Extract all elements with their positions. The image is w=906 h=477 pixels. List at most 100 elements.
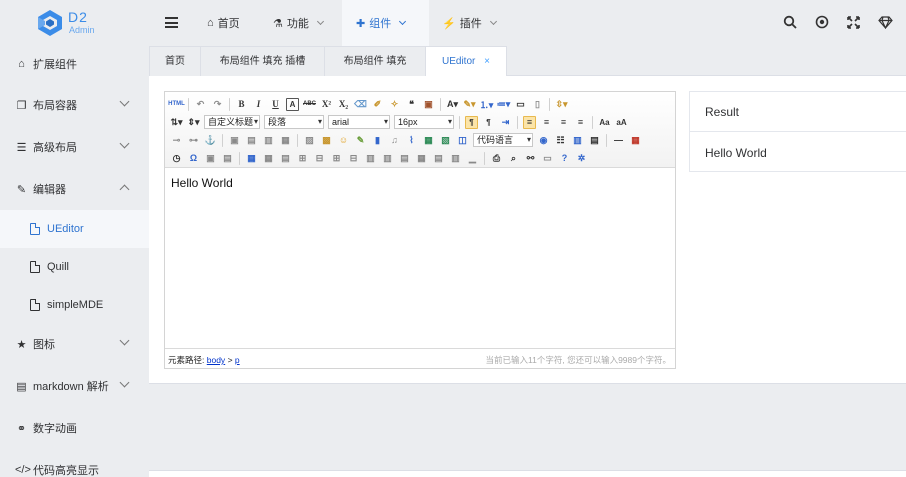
- underline-icon[interactable]: U: [269, 98, 282, 111]
- sidebar-item-editor[interactable]: ✎ 编辑器: [0, 169, 149, 209]
- snapscreen-icon[interactable]: ▤: [588, 134, 601, 147]
- merge-down-icon[interactable]: ▤: [398, 152, 411, 165]
- delete-row-icon[interactable]: ⊟: [313, 152, 326, 165]
- diamond-icon[interactable]: [877, 14, 893, 30]
- map-icon[interactable]: ▦: [422, 134, 435, 147]
- sidebar-item-highlight[interactable]: </> 代码高亮显示: [0, 450, 149, 477]
- menu-toggle-icon[interactable]: [165, 17, 178, 28]
- top-menu-functions[interactable]: ⚗ 功能: [263, 0, 333, 46]
- print-icon[interactable]: ⎙: [490, 152, 503, 165]
- gmap-icon[interactable]: ▧: [439, 134, 452, 147]
- to-lowercase-icon[interactable]: aA: [615, 116, 628, 129]
- paragraph-spacing-icon[interactable]: ⇅▾: [170, 116, 183, 129]
- to-uppercase-icon[interactable]: Aa: [598, 116, 611, 129]
- image-center-icon[interactable]: ▦: [279, 134, 292, 147]
- anchor-icon[interactable]: ⚓: [204, 134, 217, 147]
- help-icon[interactable]: ?: [558, 152, 571, 165]
- tab-home[interactable]: 首页: [149, 46, 201, 76]
- row-spacing-icon[interactable]: ⇳▾: [555, 98, 568, 111]
- strikethrough-icon[interactable]: ABC: [303, 98, 316, 111]
- scrawl-icon[interactable]: ✎: [354, 134, 367, 147]
- split-to-cols-icon[interactable]: ▥: [449, 152, 462, 165]
- horizontal-rule-icon[interactable]: —: [612, 134, 625, 147]
- align-right-icon[interactable]: ≡: [557, 116, 570, 129]
- fullscreen-icon[interactable]: [845, 14, 861, 30]
- target-icon[interactable]: [814, 14, 830, 30]
- emotion-icon[interactable]: ☺: [337, 134, 350, 147]
- top-menu-home[interactable]: ⌂ 首页: [197, 0, 250, 46]
- font-family-select[interactable]: arial: [328, 115, 390, 129]
- tab-layout-fill-slot[interactable]: 布局组件 填充 插槽: [200, 46, 325, 76]
- close-icon[interactable]: ×: [484, 56, 490, 67]
- split-to-cells-icon[interactable]: ▦: [415, 152, 428, 165]
- date-icon[interactable]: ▦: [629, 134, 642, 147]
- insert-frame-icon[interactable]: ◫: [456, 134, 469, 147]
- line-height-icon[interactable]: ⇕▾: [187, 116, 200, 129]
- top-menu-plugins[interactable]: ⚡ 插件: [434, 0, 504, 46]
- font-size-select[interactable]: 16px: [394, 115, 454, 129]
- format-match-icon[interactable]: ✐: [371, 98, 384, 111]
- chart-icon[interactable]: ▁: [466, 152, 479, 165]
- sidebar-item-advanced-layout[interactable]: ☰ 高级布局: [0, 127, 149, 167]
- sidebar-subitem-simplemde[interactable]: simpleMDE: [0, 286, 149, 324]
- sidebar-item-extensions[interactable]: ⌂ 扩展组件: [0, 44, 149, 84]
- settings-icon[interactable]: ✲: [575, 152, 588, 165]
- special-chars-icon[interactable]: Ω: [187, 152, 200, 165]
- align-left-icon[interactable]: ≡: [523, 115, 536, 129]
- align-center-icon[interactable]: ≡: [540, 116, 553, 129]
- paragraph-select[interactable]: 段落: [264, 115, 324, 129]
- search-replace-icon[interactable]: ⌕: [507, 152, 520, 165]
- subscript-icon[interactable]: X₂: [337, 98, 350, 111]
- background-color-icon[interactable]: ✎▾: [463, 98, 476, 111]
- wordimage-icon[interactable]: ▣: [204, 152, 217, 165]
- indent-icon[interactable]: ⇥: [499, 116, 512, 129]
- path-body-link[interactable]: body: [207, 355, 225, 365]
- sidebar-subitem-ueditor[interactable]: UEditor: [0, 210, 149, 248]
- ordered-list-icon[interactable]: ⒈▾: [480, 98, 494, 111]
- undo-icon[interactable]: ↶: [194, 98, 207, 111]
- insert-col-icon[interactable]: ⊞: [330, 152, 343, 165]
- sidebar-item-markdown[interactable]: ▤ markdown 解析: [0, 366, 149, 406]
- page-break-icon[interactable]: ◉: [537, 134, 550, 147]
- font-border-icon[interactable]: A: [286, 97, 299, 111]
- drafts-icon[interactable]: ▭: [541, 152, 554, 165]
- blockquote-icon[interactable]: ❝: [405, 98, 418, 111]
- bold-icon[interactable]: B: [235, 98, 248, 111]
- time-icon[interactable]: ◷: [170, 152, 183, 165]
- sidebar-item-count-up[interactable]: ⚭ 数字动画: [0, 408, 149, 448]
- code-language-select[interactable]: 代码语言: [473, 133, 533, 147]
- insert-table-icon[interactable]: ▦: [245, 152, 258, 165]
- delete-table-icon[interactable]: ▦: [262, 152, 275, 165]
- sidebar-subitem-quill[interactable]: Quill: [0, 248, 149, 286]
- simple-upload-icon[interactable]: ▨: [303, 134, 316, 147]
- delete-col-icon[interactable]: ⊟: [347, 152, 360, 165]
- search-icon[interactable]: [782, 14, 798, 30]
- image-left-icon[interactable]: ▤: [245, 134, 258, 147]
- unlink-icon[interactable]: ⊶: [187, 134, 200, 147]
- tab-layout-fill[interactable]: 布局组件 填充: [324, 46, 426, 76]
- music-icon[interactable]: ♫: [388, 134, 401, 147]
- word-image-icon[interactable]: ▤: [221, 152, 234, 165]
- sidebar-item-icons[interactable]: ★ 图标: [0, 324, 149, 364]
- background-icon[interactable]: ▥: [571, 134, 584, 147]
- align-justify-icon[interactable]: ≡: [574, 116, 587, 129]
- remove-format-icon[interactable]: ⌫: [354, 98, 367, 111]
- font-color-icon[interactable]: A▾: [446, 98, 459, 111]
- redo-icon[interactable]: ↷: [211, 98, 224, 111]
- direction-rtl-icon[interactable]: ¶: [482, 116, 495, 129]
- unordered-list-icon[interactable]: ≔▾: [497, 98, 511, 111]
- insert-row-icon[interactable]: ⊞: [296, 152, 309, 165]
- heading-select[interactable]: 自定义标题: [204, 115, 260, 129]
- direction-ltr-icon[interactable]: ¶: [465, 115, 478, 129]
- image-none-icon[interactable]: ▣: [228, 134, 241, 147]
- brand-logo[interactable]: D2 Admin: [0, 0, 149, 46]
- select-all-icon[interactable]: ▭: [514, 98, 527, 111]
- insert-image-icon[interactable]: ▩: [320, 134, 333, 147]
- path-p-link[interactable]: p: [235, 355, 240, 365]
- split-to-rows-icon[interactable]: ▤: [432, 152, 445, 165]
- attachment-icon[interactable]: ⌇: [405, 134, 418, 147]
- merge-right-icon[interactable]: ▥: [381, 152, 394, 165]
- clear-doc-icon[interactable]: ▯: [531, 98, 544, 111]
- link-icon[interactable]: ⊸: [170, 134, 183, 147]
- html-source-icon[interactable]: HTML: [168, 98, 185, 111]
